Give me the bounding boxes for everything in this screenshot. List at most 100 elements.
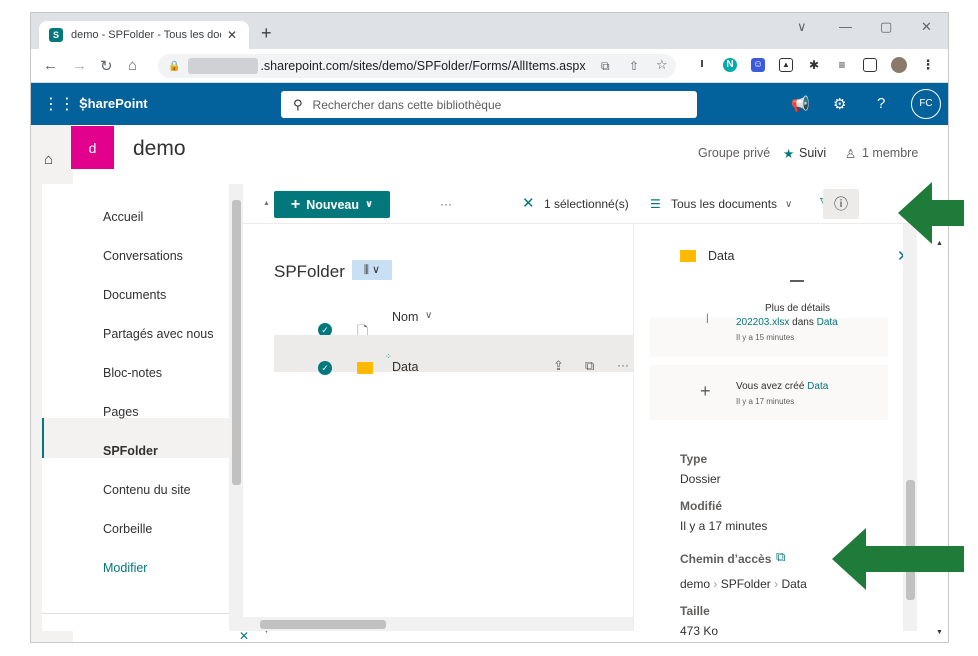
maximize-button[interactable]: ▢	[880, 19, 892, 35]
reading-list-icon[interactable]: ≡	[835, 58, 849, 72]
minimize-button[interactable]: —	[839, 19, 852, 34]
tab-close-icon[interactable]: ✕	[227, 28, 237, 42]
annotation-arrow-top-icon	[898, 182, 964, 244]
column-name-header[interactable]: Nom	[392, 310, 418, 324]
activity-2-target[interactable]: Data	[807, 381, 828, 392]
nav-footer	[42, 613, 229, 631]
path-part-1[interactable]: SPFolder	[721, 577, 771, 591]
forward-icon[interactable]: →	[72, 57, 87, 74]
share-icon[interactable]: ⇧	[629, 59, 639, 73]
plus-icon: +	[290, 195, 301, 213]
reload-icon[interactable]: ↻	[100, 57, 113, 75]
home-icon[interactable]: ⌂	[128, 57, 137, 74]
library-title: SPFolder	[274, 262, 345, 281]
help-icon[interactable]: ?	[877, 95, 885, 112]
row-name[interactable]: Data	[392, 360, 418, 374]
nav-close-icon[interactable]: ✕	[239, 629, 249, 643]
activity-1-file[interactable]: 202203.xlsx	[736, 317, 789, 328]
copy-path-icon[interactable]: ⧉	[776, 549, 785, 565]
clear-selection-icon[interactable]: ✕	[522, 194, 535, 212]
follow-button[interactable]: Suivi	[799, 146, 826, 160]
back-icon[interactable]: ←	[43, 57, 58, 74]
extension-n-icon[interactable]: N	[723, 58, 737, 72]
home-icon[interactable]: ⌂	[44, 151, 53, 168]
more-details-link[interactable]: Plus de détails	[765, 303, 830, 314]
settings-gear-icon[interactable]: ⚙	[833, 95, 846, 113]
megaphone-icon[interactable]: 📢	[791, 95, 810, 113]
activity-edit-icon: |	[706, 313, 709, 324]
new-item-sparkle-icon: ⁘	[385, 352, 392, 361]
nav-documents[interactable]: Documents	[103, 288, 166, 302]
nav-pages[interactable]: Pages	[103, 405, 138, 419]
type-value: Dossier	[680, 472, 721, 486]
nav-corbeille[interactable]: Corbeille	[103, 522, 152, 536]
nav-partages[interactable]: Partagés avec nous	[103, 327, 214, 341]
search-icon: ⚲	[293, 96, 303, 112]
folder-icon	[357, 362, 373, 374]
extension-i-icon[interactable]: I	[695, 58, 709, 72]
nav-bloc-notes[interactable]: Bloc-notes	[103, 366, 162, 380]
search-input[interactable]: ⚲ Rechercher dans cette bibliothèque	[281, 91, 697, 118]
path-sep-icon: ›	[713, 577, 718, 591]
browser-menu-icon[interactable]: ⋮	[921, 58, 935, 72]
close-window-button[interactable]: ✕	[921, 19, 932, 35]
sharepoint-favicon-icon: S	[49, 28, 63, 42]
side-panel-icon[interactable]	[863, 58, 877, 72]
nav-scroll-thumb[interactable]	[232, 200, 241, 485]
view-chevron-icon[interactable]: ∨	[785, 199, 792, 210]
activity-card-2	[650, 365, 888, 420]
follow-star-icon[interactable]: ★	[783, 146, 794, 161]
library-view-icon[interactable]: ⫼ ∨	[352, 260, 392, 280]
address-row: ← → ↻ ⌂ 🔒 .sharepoint.com/sites/demo/SPF…	[31, 49, 948, 83]
address-bar[interactable]: 🔒 .sharepoint.com/sites/demo/SPFolder/Fo…	[158, 54, 676, 78]
row-more-button[interactable]: ···	[617, 358, 629, 372]
user-avatar[interactable]: FC	[911, 89, 941, 119]
translate-icon[interactable]: ⧉	[601, 59, 610, 74]
activity-create-plus-icon: +	[700, 381, 711, 401]
redacted-domain	[188, 58, 259, 74]
tab-title: demo - SPFolder - Tous les docu	[71, 29, 221, 41]
column-sort-chevron-icon[interactable]: ∨	[425, 310, 432, 321]
nav-edit-link[interactable]: Modifier	[103, 561, 147, 575]
row-share-icon[interactable]: ⇪	[553, 358, 564, 374]
nav-spfolder[interactable]: SPFolder	[103, 444, 158, 458]
pane-scroll-down-icon[interactable]: ▼	[936, 629, 943, 636]
annotation-arrow-bottom-icon	[832, 528, 964, 590]
activity-1-target[interactable]: Data	[817, 317, 838, 328]
site-name[interactable]: demo	[133, 137, 186, 161]
row-checkbox[interactable]: ✓	[318, 361, 332, 375]
new-button[interactable]: + Nouveau ∨	[274, 191, 390, 218]
pane-folder-icon	[680, 250, 696, 262]
extensions-puzzle-icon[interactable]: ✱	[807, 58, 821, 72]
more-actions-button[interactable]: ···	[440, 197, 452, 211]
lock-icon: 🔒	[168, 60, 181, 72]
modified-label: Modifié	[680, 499, 722, 513]
members-count[interactable]: 1 membre	[862, 146, 918, 160]
path-label: Chemin d’accès	[680, 552, 772, 566]
sharepoint-brand[interactable]: SharePoint	[79, 96, 148, 111]
view-selector[interactable]: Tous les documents	[671, 197, 777, 211]
extension-face-icon[interactable]: ☺	[751, 58, 765, 72]
nav-accueil[interactable]: Accueil	[103, 210, 143, 224]
path-part-2[interactable]: Data	[781, 577, 806, 591]
row-copy-link-icon[interactable]: ⧉	[585, 358, 594, 374]
nav-conversations[interactable]: Conversations	[103, 249, 183, 263]
tab-search-icon[interactable]: ∨	[797, 19, 807, 35]
tab-strip: S demo - SPFolder - Tous les docu ✕ + ∨ …	[31, 13, 948, 49]
new-tab-button[interactable]: +	[261, 23, 272, 44]
size-value: 473 Ko	[680, 624, 719, 638]
profile-avatar-icon[interactable]	[891, 57, 907, 73]
browser-tab[interactable]: S demo - SPFolder - Tous les docu ✕	[39, 21, 249, 49]
drag-handle-icon[interactable]	[790, 280, 804, 282]
nav-contenu-du-site[interactable]: Contenu du site	[103, 483, 191, 497]
activity-2-prefix: Vous avez créé	[736, 381, 808, 392]
list-h-scroll-thumb[interactable]	[260, 620, 386, 629]
pane-title: Data	[708, 249, 735, 263]
info-pane-button[interactable]: ⓘ	[823, 189, 859, 219]
path-part-0[interactable]: demo	[680, 577, 710, 591]
activity-1-time: Il y a 15 minutes	[736, 333, 795, 342]
activity-2-time: Il y a 17 minutes	[736, 397, 795, 406]
extension-image-icon[interactable]: ▲	[779, 58, 793, 72]
site-logo[interactable]: d	[71, 126, 114, 169]
bookmark-star-icon[interactable]: ☆	[656, 57, 668, 73]
